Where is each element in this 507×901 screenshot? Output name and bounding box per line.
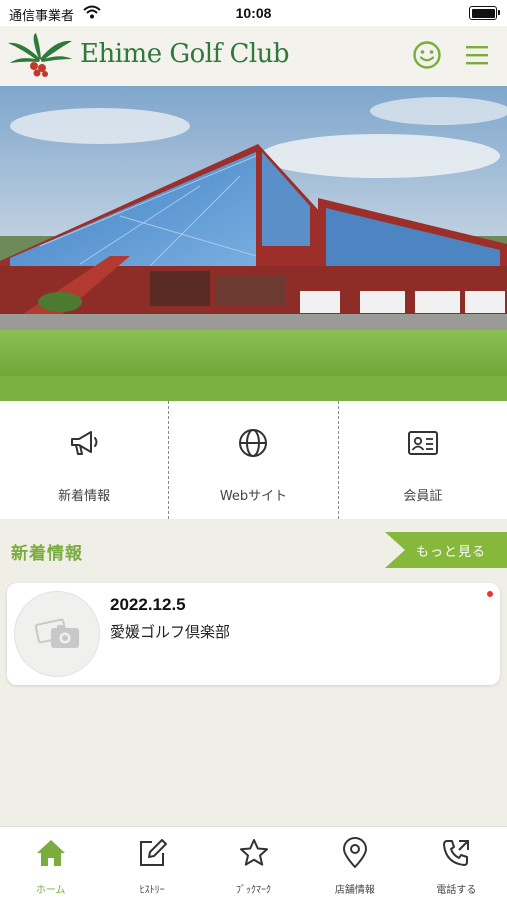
unread-indicator	[487, 591, 493, 597]
location-pin-icon	[342, 837, 367, 868]
home-icon	[36, 840, 65, 866]
tab-bookmark[interactable]: ﾌﾞｯｸﾏｰｸ	[203, 827, 304, 901]
smile-icon[interactable]	[412, 40, 442, 70]
quick-menu-member-card[interactable]: 会員証	[337, 401, 507, 519]
edit-icon	[140, 839, 168, 866]
clock: 10:08	[235, 5, 272, 21]
tab-label: ホーム	[35, 885, 66, 896]
hamburger-menu-icon[interactable]	[462, 40, 492, 70]
news-thumbnail	[14, 591, 100, 677]
quick-menu-label: Webサイト	[219, 489, 288, 504]
tab-history[interactable]: ﾋｽﾄﾘｰ	[101, 827, 202, 901]
news-title: 愛媛ゴルフ倶楽部	[110, 623, 231, 641]
member-card-icon	[407, 431, 438, 455]
camera-placeholder-icon	[35, 618, 79, 648]
phone-icon	[443, 840, 470, 866]
tab-label: ﾋｽﾄﾘｰ	[139, 885, 165, 896]
tab-label: 電話する	[436, 885, 477, 896]
hero-image	[0, 86, 507, 401]
battery-icon	[469, 6, 500, 20]
tab-store-info[interactable]: 店舗情報	[304, 827, 405, 901]
club-logo-icon	[8, 33, 72, 77]
quick-menu: 新着情報 Webサイト 会員証	[0, 401, 507, 519]
globe-icon	[239, 429, 268, 457]
tab-label: 店舗情報	[334, 885, 375, 896]
tab-call[interactable]: 電話する	[406, 827, 507, 901]
more-button[interactable]: もっと見る	[385, 532, 507, 568]
star-icon	[239, 839, 268, 866]
megaphone-icon	[71, 431, 98, 455]
tab-bar: ホーム ﾋｽﾄﾘｰ ﾌﾞｯｸﾏｰｸ 店舗情報 電話する	[0, 826, 507, 901]
quick-menu-news[interactable]: 新着情報	[0, 401, 168, 519]
app-header: Ehime Golf Club	[0, 26, 507, 86]
news-date: 2022.12.5	[110, 595, 186, 614]
quick-menu-label: 新着情報	[58, 489, 111, 504]
quick-menu-website[interactable]: Webサイト	[168, 401, 337, 519]
quick-menu-label: 会員証	[403, 489, 443, 504]
tab-home[interactable]: ホーム	[0, 827, 101, 901]
news-section-title: 新着情報	[11, 544, 83, 564]
status-bar: 通信事業者 10:08	[0, 0, 507, 26]
tab-label: ﾌﾞｯｸﾏｰｸ	[236, 885, 272, 896]
news-card[interactable]: 2022.12.5 愛媛ゴルフ倶楽部	[7, 583, 500, 685]
app-title: Ehime Golf Club	[80, 39, 290, 69]
